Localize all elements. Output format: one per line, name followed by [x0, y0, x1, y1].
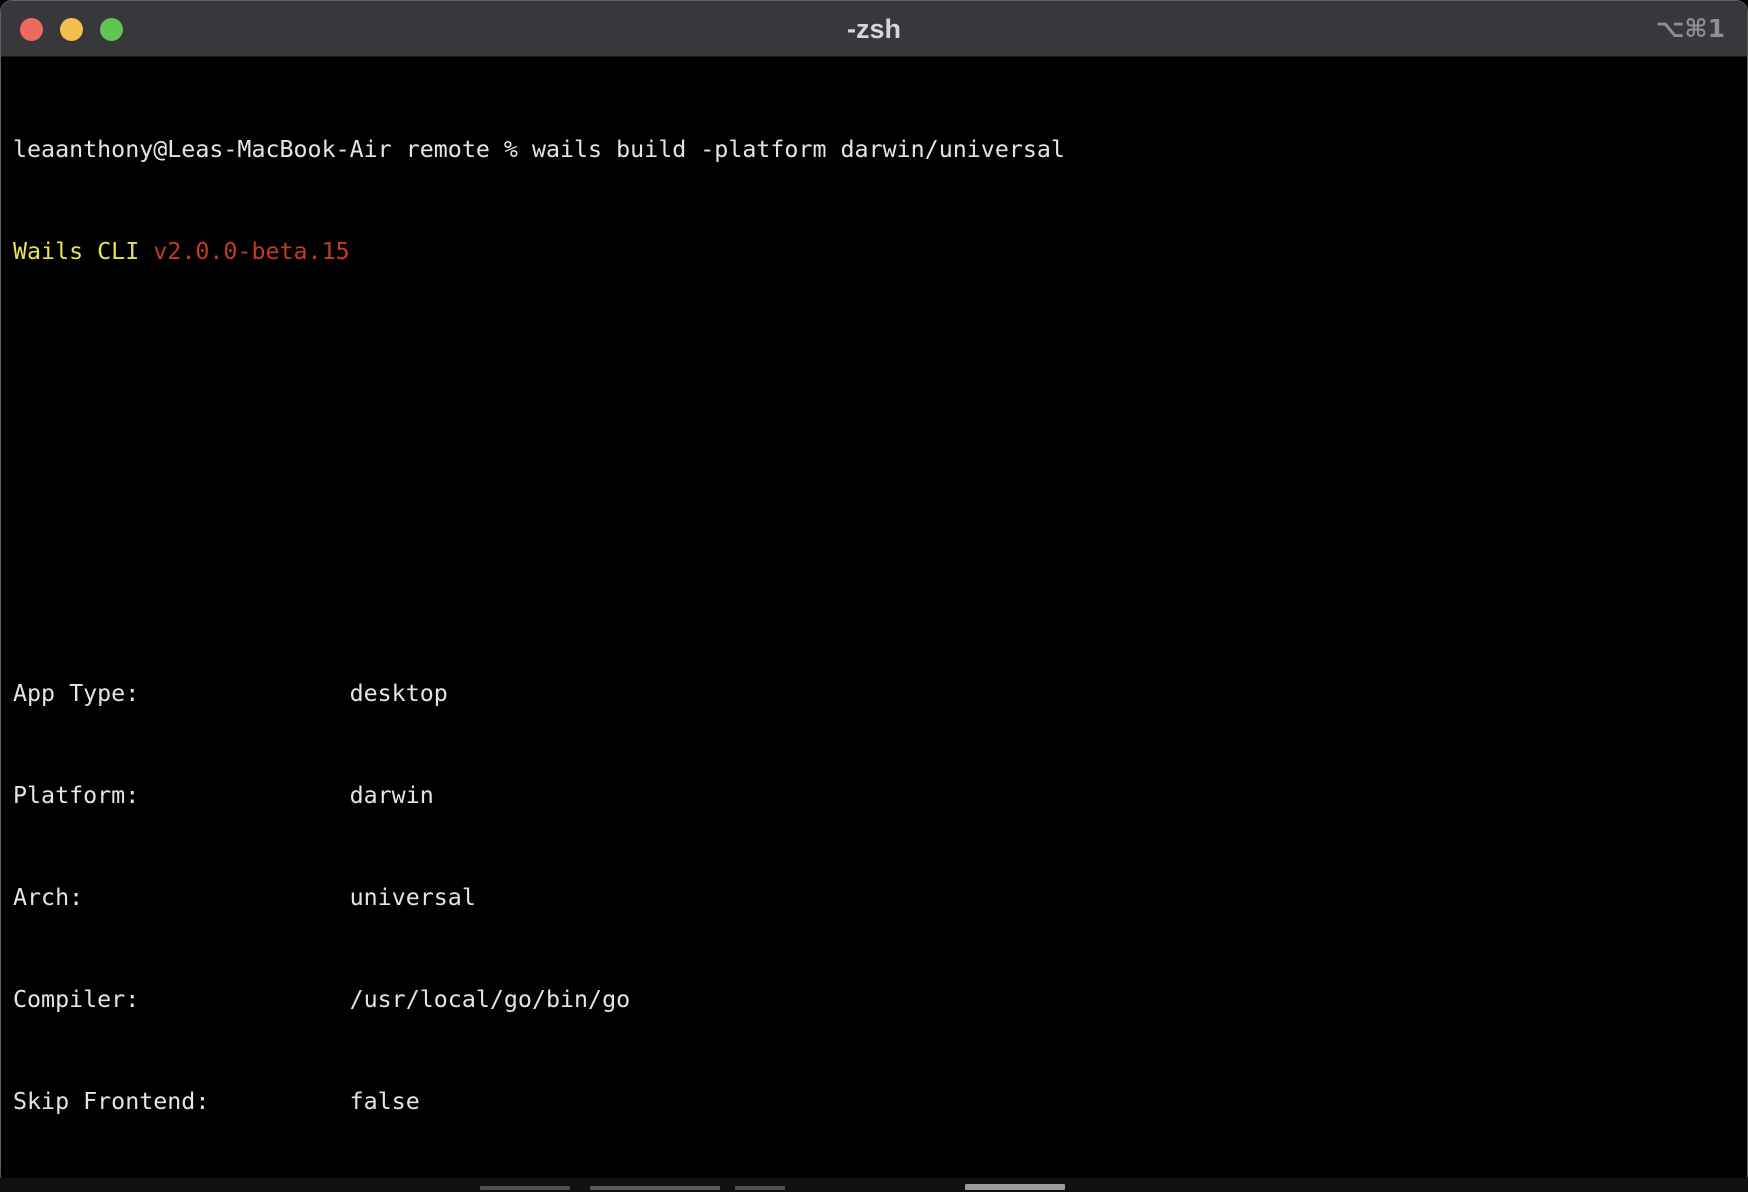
wails-cli-version-line: Wails CLI v2.0.0-beta.15 — [13, 235, 1739, 269]
traffic-lights — [20, 1, 123, 57]
titlebar[interactable]: -zsh ⌥⌘1 — [1, 1, 1747, 57]
config-row: Skip Frontend:false — [13, 1085, 1739, 1119]
background-window-strip — [0, 1178, 1748, 1192]
config-value: darwin — [350, 782, 434, 809]
config-label: Compiler: — [13, 983, 350, 1017]
minimize-button[interactable] — [60, 18, 83, 41]
background-window-text-smudge — [735, 1186, 785, 1190]
config-row: Platform:darwin — [13, 779, 1739, 813]
tab-shortcut-badge: ⌥⌘1 — [1656, 1, 1725, 57]
terminal-window: -zsh ⌥⌘1 leaanthony@Leas-MacBook-Air rem… — [0, 0, 1748, 1186]
background-window-text-smudge — [480, 1186, 570, 1190]
background-window-highlight — [965, 1184, 1065, 1190]
config-row: Arch:universal — [13, 881, 1739, 915]
terminal-content[interactable]: leaanthony@Leas-MacBook-Air remote % wai… — [1, 57, 1747, 1186]
wails-cli-label: Wails CLI — [13, 238, 153, 265]
wails-cli-version: v2.0.0-beta.15 — [153, 238, 349, 265]
config-label: Arch: — [13, 881, 350, 915]
background-window-text-smudge — [590, 1186, 720, 1190]
config-label: App Type: — [13, 677, 350, 711]
config-row: App Type:desktop — [13, 677, 1739, 711]
zoom-button[interactable] — [100, 18, 123, 41]
command-line-build: leaanthony@Leas-MacBook-Air remote % wai… — [13, 133, 1739, 167]
config-row: Compiler:/usr/local/go/bin/go — [13, 983, 1739, 1017]
blank-line — [13, 541, 1739, 575]
config-label: Platform: — [13, 779, 350, 813]
config-value: universal — [350, 884, 476, 911]
window-title: -zsh — [847, 1, 901, 57]
blank-line — [13, 439, 1739, 473]
config-value: /usr/local/go/bin/go — [350, 986, 631, 1013]
config-value: false — [350, 1088, 420, 1115]
close-button[interactable] — [20, 18, 43, 41]
blank-line — [13, 337, 1739, 371]
config-value: desktop — [350, 680, 448, 707]
config-label: Skip Frontend: — [13, 1085, 350, 1119]
